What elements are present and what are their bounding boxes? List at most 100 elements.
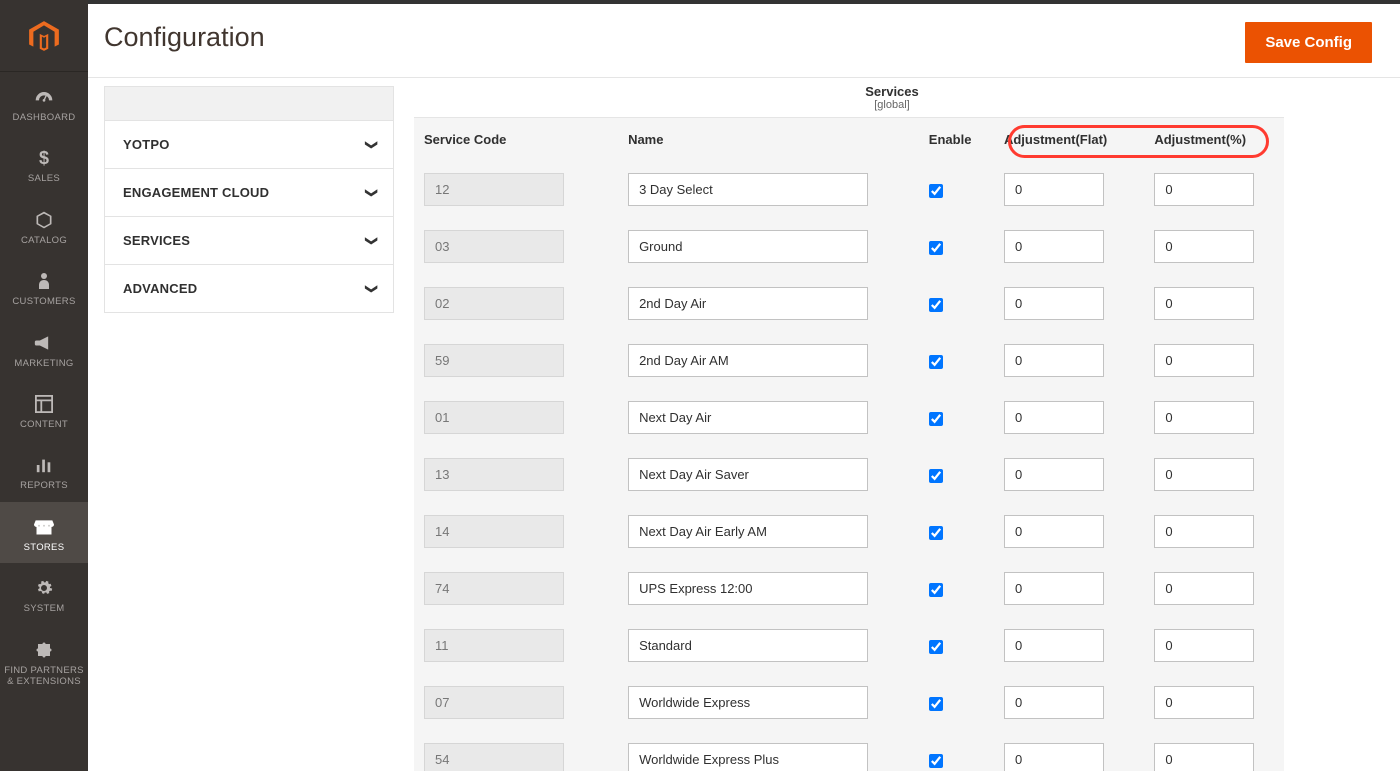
dashboard-icon xyxy=(4,86,84,108)
service-name-input[interactable] xyxy=(628,686,868,719)
service-name-input[interactable] xyxy=(628,515,868,548)
adjustment-flat-input[interactable] xyxy=(1004,515,1104,548)
service-code-input xyxy=(424,629,564,662)
services-table-header-row: Service Code Name Enable Adjustment(Flat… xyxy=(414,118,1284,162)
nav-cube[interactable]: CATALOG xyxy=(0,195,88,256)
nav-puzzle[interactable]: FIND PARTNERS & EXTENSIONS xyxy=(0,625,88,698)
config-tab-yotpo[interactable]: YOTPO xyxy=(104,120,394,169)
col-adjustment-pct: Adjustment(%) xyxy=(1144,118,1284,162)
service-enable-checkbox[interactable] xyxy=(929,640,943,654)
nav-store[interactable]: STORES xyxy=(0,502,88,563)
service-row xyxy=(414,218,1284,275)
adjustment-pct-input[interactable] xyxy=(1154,401,1254,434)
service-code-input xyxy=(424,230,564,263)
cube-icon xyxy=(4,209,84,231)
adjustment-flat-input[interactable] xyxy=(1004,287,1104,320)
service-name-input[interactable] xyxy=(628,173,868,206)
svg-text:$: $ xyxy=(39,148,49,168)
service-row xyxy=(414,389,1284,446)
adjustment-pct-input[interactable] xyxy=(1154,344,1254,377)
adjustment-pct-input[interactable] xyxy=(1154,629,1254,662)
config-tab-engagement-cloud[interactable]: ENGAGEMENT CLOUD xyxy=(104,169,394,217)
col-adjustment-flat: Adjustment(Flat) xyxy=(994,118,1144,162)
nav-label: SYSTEM xyxy=(4,603,84,614)
nav-gear[interactable]: SYSTEM xyxy=(0,563,88,624)
nav-dashboard[interactable]: DASHBOARD xyxy=(0,72,88,133)
puzzle-icon xyxy=(4,639,84,661)
service-row xyxy=(414,674,1284,731)
adjustment-flat-input[interactable] xyxy=(1004,401,1104,434)
adjustment-flat-input[interactable] xyxy=(1004,629,1104,662)
save-config-button[interactable]: Save Config xyxy=(1245,22,1372,63)
nav-person[interactable]: CUSTOMERS xyxy=(0,256,88,317)
service-code-input xyxy=(424,458,564,491)
person-icon xyxy=(4,270,84,292)
service-name-input[interactable] xyxy=(628,629,868,662)
services-section-title: Services xyxy=(414,84,1370,99)
nav-label: CUSTOMERS xyxy=(4,296,84,307)
service-name-input[interactable] xyxy=(628,743,868,771)
service-enable-checkbox[interactable] xyxy=(929,412,943,426)
store-icon xyxy=(4,516,84,538)
service-name-input[interactable] xyxy=(628,401,868,434)
service-name-input[interactable] xyxy=(628,344,868,377)
service-name-input[interactable] xyxy=(628,572,868,605)
service-row xyxy=(414,503,1284,560)
services-section-scope: [global] xyxy=(414,99,1370,111)
nav-label: MARKETING xyxy=(4,358,84,369)
service-name-input[interactable] xyxy=(628,458,868,491)
adjustment-flat-input[interactable] xyxy=(1004,572,1104,605)
service-enable-checkbox[interactable] xyxy=(929,355,943,369)
adjustment-pct-input[interactable] xyxy=(1154,173,1254,206)
adjustment-pct-input[interactable] xyxy=(1154,230,1254,263)
service-name-input[interactable] xyxy=(628,230,868,263)
service-enable-checkbox[interactable] xyxy=(929,184,943,198)
service-code-input xyxy=(424,686,564,719)
nav-bars[interactable]: REPORTS xyxy=(0,440,88,501)
service-code-input xyxy=(424,287,564,320)
nav-label: CONTENT xyxy=(4,419,84,430)
nav-label: STORES xyxy=(4,542,84,553)
megaphone-icon xyxy=(4,332,84,354)
service-code-input xyxy=(424,572,564,605)
config-tab-advanced[interactable]: ADVANCED xyxy=(104,265,394,313)
adjustment-pct-input[interactable] xyxy=(1154,287,1254,320)
service-enable-checkbox[interactable] xyxy=(929,583,943,597)
service-code-input xyxy=(424,515,564,548)
adjustment-pct-input[interactable] xyxy=(1154,686,1254,719)
service-row xyxy=(414,275,1284,332)
service-enable-checkbox[interactable] xyxy=(929,241,943,255)
adjustment-pct-input[interactable] xyxy=(1154,743,1254,771)
config-tab-services[interactable]: SERVICES xyxy=(104,217,394,265)
service-enable-checkbox[interactable] xyxy=(929,697,943,711)
adjustment-pct-input[interactable] xyxy=(1154,458,1254,491)
adjustment-flat-input[interactable] xyxy=(1004,458,1104,491)
adjustment-flat-input[interactable] xyxy=(1004,173,1104,206)
bars-icon xyxy=(4,454,84,476)
adjustment-flat-input[interactable] xyxy=(1004,686,1104,719)
service-code-input xyxy=(424,743,564,771)
service-code-input xyxy=(424,401,564,434)
admin-sidebar: DASHBOARD $SALESCATALOG CUSTOMERS MARKETING… xyxy=(0,0,88,771)
services-table: Service Code Name Enable Adjustment(Flat… xyxy=(414,117,1284,771)
page-title: Configuration xyxy=(104,22,265,53)
service-name-input[interactable] xyxy=(628,287,868,320)
nav-megaphone[interactable]: MARKETING xyxy=(0,318,88,379)
service-enable-checkbox[interactable] xyxy=(929,469,943,483)
nav-label: DASHBOARD xyxy=(4,112,84,123)
service-enable-checkbox[interactable] xyxy=(929,298,943,312)
adjustment-pct-input[interactable] xyxy=(1154,515,1254,548)
magento-logo[interactable] xyxy=(0,0,88,72)
layout-icon xyxy=(4,393,84,415)
adjustment-flat-input[interactable] xyxy=(1004,743,1104,771)
service-code-input xyxy=(424,344,564,377)
service-row xyxy=(414,731,1284,771)
service-enable-checkbox[interactable] xyxy=(929,526,943,540)
service-enable-checkbox[interactable] xyxy=(929,754,943,768)
adjustment-pct-input[interactable] xyxy=(1154,572,1254,605)
adjustment-flat-input[interactable] xyxy=(1004,344,1104,377)
nav-dollar[interactable]: $SALES xyxy=(0,133,88,194)
services-settings-area: Services [global] Service Code Name Enab… xyxy=(414,78,1400,771)
nav-layout[interactable]: CONTENT xyxy=(0,379,88,440)
adjustment-flat-input[interactable] xyxy=(1004,230,1104,263)
